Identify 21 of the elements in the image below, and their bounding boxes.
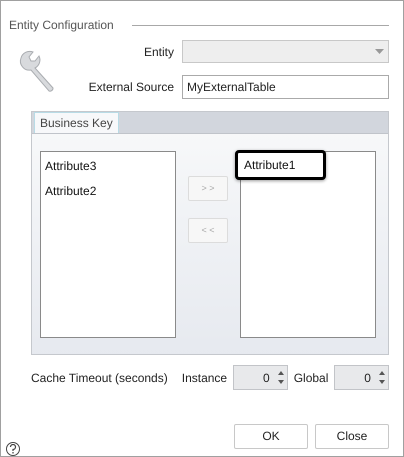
spin-up-icon[interactable] [378, 371, 385, 375]
spin-down-icon[interactable] [378, 380, 385, 384]
global-spinner[interactable]: 0 [334, 365, 389, 390]
tab[interactable]: Business Key [34, 112, 119, 133]
group-title: Entity Configuration [9, 17, 114, 34]
spin-down-icon[interactable] [278, 380, 284, 384]
cache-timeout-label: Cache Timeout (seconds) [31, 370, 168, 386]
spin-up-icon[interactable] [278, 371, 284, 375]
external-source-label: External Source [88, 79, 175, 96]
instance-spinner[interactable]: 0 [233, 365, 288, 390]
attribute-item[interactable]: Attribute2 [41, 181, 100, 201]
entity-label: Entity [142, 44, 175, 60]
dialog-button[interactable]: OK [234, 424, 308, 448]
global-label: Global [294, 370, 328, 386]
dialog-button[interactable]: Close [315, 424, 389, 448]
attribute-item[interactable]: Attribute3 [41, 156, 100, 176]
dropdown-arrow-icon [375, 49, 384, 54]
help-icon[interactable] [6, 442, 20, 456]
instance-label: Instance [182, 370, 228, 386]
external-source-field[interactable]: MyExternalTable [182, 75, 389, 99]
attribute-item[interactable]: Attribute1 [235, 150, 326, 180]
